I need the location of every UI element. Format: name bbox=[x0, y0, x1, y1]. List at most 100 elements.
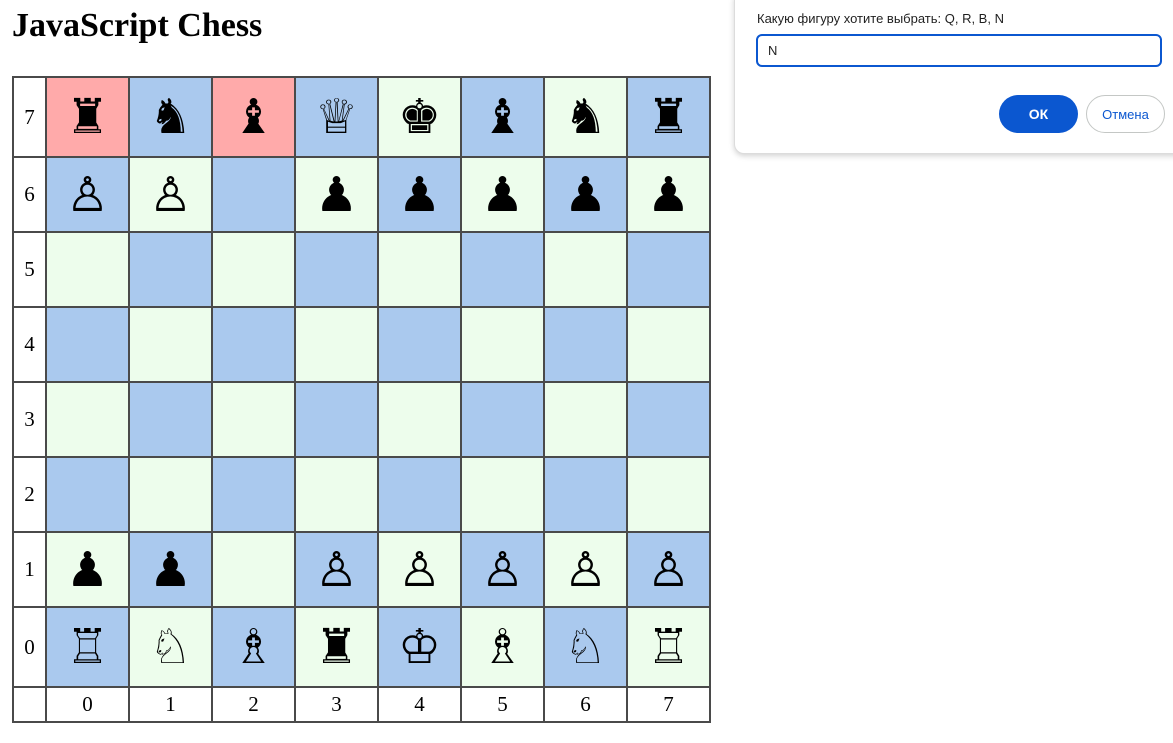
board-square[interactable] bbox=[211, 531, 296, 608]
board-square[interactable]: ♞ bbox=[543, 76, 628, 158]
black-pawn-icon[interactable]: ♟ bbox=[398, 171, 441, 219]
board-square[interactable] bbox=[294, 381, 379, 458]
white-pawn-icon[interactable]: ♙ bbox=[315, 546, 358, 594]
ok-button[interactable]: ОК bbox=[999, 95, 1078, 133]
board-square[interactable]: ♙ bbox=[626, 531, 711, 608]
white-bishop-icon[interactable]: ♗ bbox=[232, 623, 275, 671]
board-square[interactable] bbox=[377, 456, 462, 533]
board-square[interactable] bbox=[211, 231, 296, 308]
white-king-icon[interactable]: ♔ bbox=[398, 623, 441, 671]
board-square[interactable] bbox=[45, 306, 130, 383]
black-pawn-icon[interactable]: ♟ bbox=[66, 546, 109, 594]
board-square[interactable]: ♗ bbox=[460, 606, 545, 688]
board-square[interactable]: ♘ bbox=[543, 606, 628, 688]
black-rook-icon[interactable]: ♜ bbox=[315, 623, 358, 671]
board-square[interactable] bbox=[543, 231, 628, 308]
board-square[interactable] bbox=[626, 306, 711, 383]
board-square[interactable] bbox=[128, 231, 213, 308]
white-knight-icon[interactable]: ♘ bbox=[149, 623, 192, 671]
board-square[interactable]: ♙ bbox=[294, 531, 379, 608]
board-square[interactable] bbox=[211, 306, 296, 383]
board-square[interactable]: ♟ bbox=[294, 156, 379, 233]
black-rook-icon[interactable]: ♜ bbox=[647, 93, 690, 141]
cancel-button[interactable]: Отмена bbox=[1086, 95, 1165, 133]
board-square[interactable] bbox=[45, 456, 130, 533]
black-pawn-icon[interactable]: ♟ bbox=[481, 171, 524, 219]
board-square[interactable] bbox=[128, 306, 213, 383]
board-square[interactable]: ♘ bbox=[128, 606, 213, 688]
white-pawn-icon[interactable]: ♙ bbox=[149, 171, 192, 219]
board-square[interactable]: ♙ bbox=[377, 531, 462, 608]
board-square[interactable]: ♕ bbox=[294, 76, 379, 158]
white-pawn-icon[interactable]: ♙ bbox=[481, 546, 524, 594]
board-square[interactable] bbox=[543, 456, 628, 533]
black-bishop-icon[interactable]: ♝ bbox=[481, 93, 524, 141]
board-square[interactable]: ♜ bbox=[294, 606, 379, 688]
board-square[interactable]: ♟ bbox=[128, 531, 213, 608]
board-square[interactable]: ♗ bbox=[211, 606, 296, 688]
board-square[interactable] bbox=[294, 456, 379, 533]
board-square[interactable] bbox=[460, 381, 545, 458]
rank-label: 5 bbox=[12, 231, 47, 308]
board-square[interactable] bbox=[211, 156, 296, 233]
board-square[interactable]: ♙ bbox=[460, 531, 545, 608]
board-square[interactable] bbox=[377, 381, 462, 458]
board-square[interactable] bbox=[543, 381, 628, 458]
white-queen-icon[interactable]: ♕ bbox=[315, 93, 358, 141]
board-square[interactable] bbox=[460, 231, 545, 308]
board-square[interactable]: ♝ bbox=[211, 76, 296, 158]
board-square[interactable] bbox=[128, 381, 213, 458]
black-pawn-icon[interactable]: ♟ bbox=[149, 546, 192, 594]
white-pawn-icon[interactable]: ♙ bbox=[647, 546, 690, 594]
board-square[interactable]: ♟ bbox=[543, 156, 628, 233]
board-square[interactable]: ♟ bbox=[377, 156, 462, 233]
black-knight-icon[interactable]: ♞ bbox=[149, 93, 192, 141]
white-rook-icon[interactable]: ♖ bbox=[66, 623, 109, 671]
board-square[interactable] bbox=[626, 456, 711, 533]
board-square[interactable] bbox=[294, 231, 379, 308]
board-square[interactable]: ♟ bbox=[626, 156, 711, 233]
board-square[interactable]: ♟ bbox=[460, 156, 545, 233]
board-square[interactable]: ♟ bbox=[45, 531, 130, 608]
board-square[interactable]: ♙ bbox=[128, 156, 213, 233]
board-square[interactable]: ♝ bbox=[460, 76, 545, 158]
black-pawn-icon[interactable]: ♟ bbox=[564, 171, 607, 219]
black-rook-icon[interactable]: ♜ bbox=[66, 93, 109, 141]
board-square[interactable]: ♔ bbox=[377, 606, 462, 688]
black-pawn-icon[interactable]: ♟ bbox=[315, 171, 358, 219]
board-square[interactable] bbox=[45, 231, 130, 308]
white-pawn-icon[interactable]: ♙ bbox=[564, 546, 607, 594]
white-bishop-icon[interactable]: ♗ bbox=[481, 623, 524, 671]
white-pawn-icon[interactable]: ♙ bbox=[398, 546, 441, 594]
black-bishop-icon[interactable]: ♝ bbox=[232, 93, 275, 141]
board-square[interactable]: ♞ bbox=[128, 76, 213, 158]
white-knight-icon[interactable]: ♘ bbox=[564, 623, 607, 671]
board-square[interactable] bbox=[460, 306, 545, 383]
board-square[interactable] bbox=[377, 231, 462, 308]
black-pawn-icon[interactable]: ♟ bbox=[647, 171, 690, 219]
board-square[interactable]: ♖ bbox=[45, 606, 130, 688]
black-knight-icon[interactable]: ♞ bbox=[564, 93, 607, 141]
board-square[interactable]: ♜ bbox=[45, 76, 130, 158]
board-square[interactable] bbox=[626, 231, 711, 308]
board-square[interactable] bbox=[377, 306, 462, 383]
white-rook-icon[interactable]: ♖ bbox=[647, 623, 690, 671]
rank-label: 4 bbox=[12, 306, 47, 383]
white-pawn-icon[interactable]: ♙ bbox=[66, 171, 109, 219]
board-square[interactable] bbox=[128, 456, 213, 533]
board-square[interactable] bbox=[211, 381, 296, 458]
board-square[interactable]: ♜ bbox=[626, 76, 711, 158]
board-square[interactable]: ♖ bbox=[626, 606, 711, 688]
board-square[interactable] bbox=[294, 306, 379, 383]
board-square[interactable] bbox=[45, 381, 130, 458]
black-king-icon[interactable]: ♚ bbox=[398, 93, 441, 141]
dialog-text-input[interactable] bbox=[756, 34, 1162, 67]
board-square[interactable]: ♙ bbox=[543, 531, 628, 608]
board-square[interactable]: ♚ bbox=[377, 76, 462, 158]
board-square[interactable] bbox=[626, 381, 711, 458]
board-square[interactable] bbox=[543, 306, 628, 383]
board-square[interactable] bbox=[211, 456, 296, 533]
board-square[interactable] bbox=[460, 456, 545, 533]
board-square[interactable]: ♙ bbox=[45, 156, 130, 233]
rank-label: 3 bbox=[12, 381, 47, 458]
